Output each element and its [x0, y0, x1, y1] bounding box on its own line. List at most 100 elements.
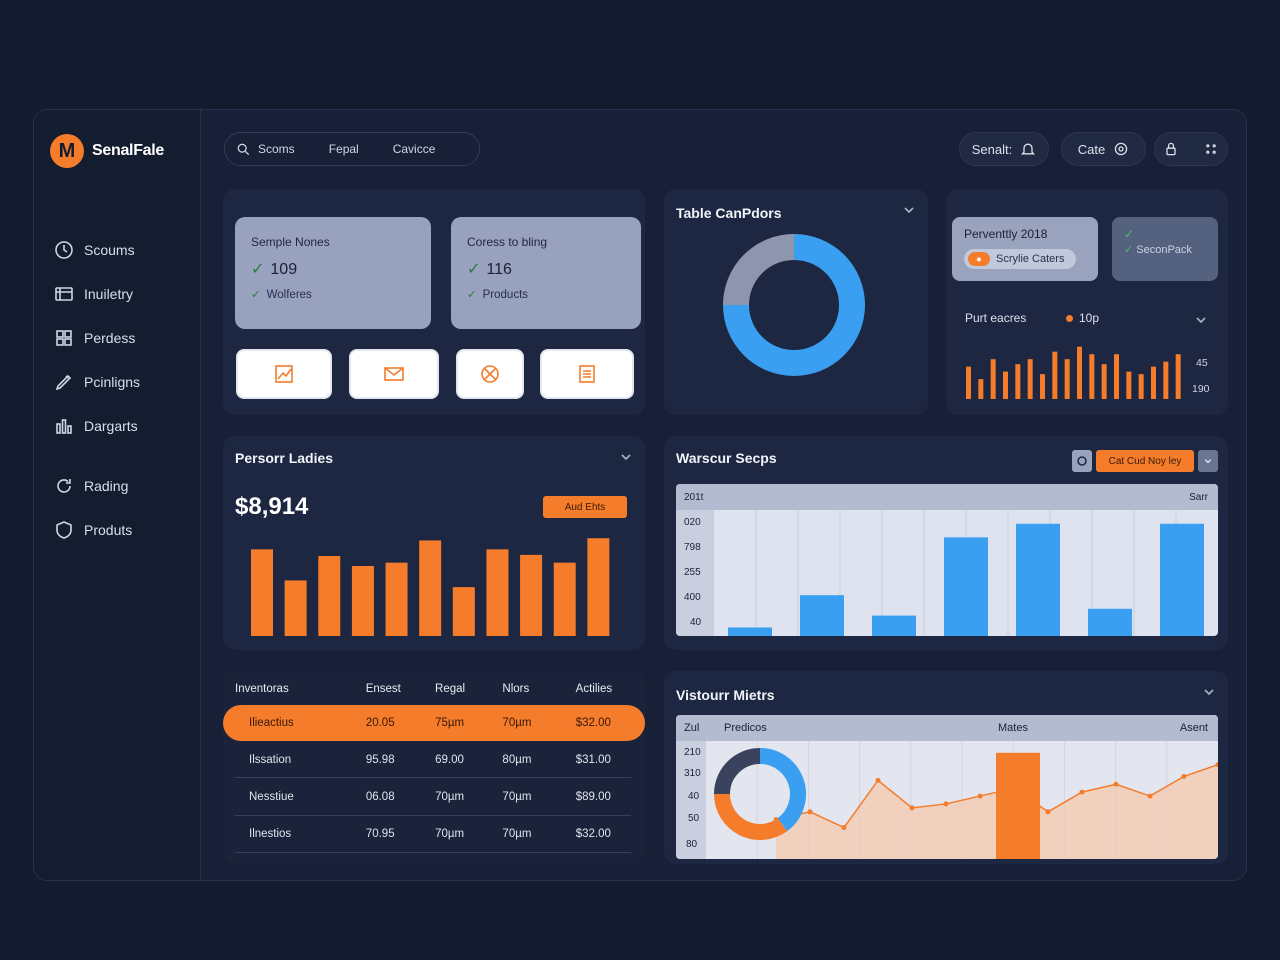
mail-action-button[interactable]	[349, 349, 439, 399]
chart-action-button[interactable]	[236, 349, 332, 399]
y-tick: 210	[684, 747, 701, 758]
sidebar-item-dargarts[interactable]: Dargarts	[54, 404, 194, 448]
document-action-button[interactable]	[540, 349, 634, 399]
corner-label: 201t	[684, 492, 704, 503]
scrylie-tag[interactable]: ● Scrylie Caters	[964, 249, 1077, 269]
table-row[interactable]: Ilieactius 20.05 75µm 70µm $32.00	[223, 705, 645, 741]
apps-icon[interactable]	[1203, 141, 1219, 157]
persona-amount: $8,914	[235, 493, 309, 520]
cate-pill[interactable]: Cate	[1061, 132, 1146, 166]
column-header[interactable]: Regal	[435, 683, 502, 699]
donut-slice	[759, 748, 806, 832]
bar	[1089, 354, 1095, 399]
bar	[1027, 359, 1033, 399]
check-icon: ✓	[467, 289, 477, 301]
column-header[interactable]: Ensest	[366, 683, 435, 699]
table-cell: 70µm	[502, 791, 532, 803]
lock-icon[interactable]	[1163, 141, 1179, 157]
inventory-card: Inventoras Ensest Regal Nlors Actilies I…	[223, 671, 645, 864]
chevron-down-icon[interactable]	[619, 450, 633, 464]
chevron-down-icon[interactable]	[902, 203, 916, 217]
grid-icon	[56, 330, 72, 346]
bar	[486, 549, 509, 636]
senalt-pill[interactable]: Senalt:	[959, 132, 1049, 166]
table-row[interactable]: Ilssation 95.98 69.00 80µm $31.00	[223, 742, 645, 778]
cat-button[interactable]: Cat Cud Noy ley	[1096, 450, 1194, 472]
sidebar-item-perdess[interactable]: Perdess	[54, 316, 194, 360]
pen-icon	[55, 374, 72, 391]
warehouse-chart-panel: 201t Sarr 020 798 255 400 40	[676, 484, 1218, 636]
y-tick: 40	[688, 791, 700, 802]
visitor-card: Vistourr Mietrs Zul Predicos Mates Asent…	[664, 671, 1228, 864]
aud-button[interactable]: Aud Ehts	[543, 496, 627, 518]
sidebar-item-label: Produts	[84, 522, 133, 538]
chevron-down-icon[interactable]	[1194, 313, 1208, 327]
refresh-icon	[57, 479, 71, 493]
data-point	[841, 825, 847, 831]
bar	[1016, 523, 1060, 636]
document-icon	[579, 365, 595, 383]
secon-box[interactable]: ✓ ✓ SeconPack	[1112, 217, 1218, 281]
warehouse-controls: Cat Cud Noy ley	[1072, 450, 1218, 472]
persona-bar-chart	[251, 538, 610, 636]
visitor-chart-panel: Zul Predicos Mates Asent 210 310 40 50 8…	[676, 715, 1218, 859]
bar	[990, 359, 996, 399]
chevron-down-icon[interactable]	[1198, 450, 1218, 472]
utility-pill	[1154, 132, 1228, 166]
table-cell: $89.00	[575, 791, 611, 803]
mini-legend: 10p	[1066, 311, 1099, 325]
sidebar-item-produts[interactable]: Produts	[54, 508, 194, 552]
stat-value: 116	[486, 261, 512, 278]
stat-box[interactable]: Coress to bling ✓ 116 ✓ Products	[451, 217, 641, 329]
warehouse-card: Warscur Secps Cat Cud Noy ley 201t Sarr …	[664, 436, 1228, 650]
secon-label: SeconPack	[1136, 244, 1192, 256]
table-cell: 20.05	[365, 717, 395, 729]
sidebar-item-scoums[interactable]: Scoums	[54, 228, 194, 272]
table-row[interactable]: Ilnestios 70.95 70µm 70µm $32.00	[223, 816, 645, 852]
data-point	[1079, 789, 1085, 795]
data-point	[1011, 785, 1017, 791]
column-header[interactable]: Nlors	[502, 683, 575, 699]
bar	[419, 540, 442, 636]
column-header[interactable]: Actilies	[576, 683, 645, 699]
inventory-icon	[55, 287, 73, 301]
column-header[interactable]: Inventoras	[235, 683, 366, 699]
table-cell: 70µm	[435, 791, 465, 803]
data-point	[977, 793, 983, 799]
data-point	[943, 801, 949, 807]
check-icon: ✓	[1124, 227, 1135, 241]
table-row[interactable]: Nesstiue 06.08 70µm 70µm $89.00	[223, 779, 645, 815]
corner-label: Sarr	[1189, 492, 1208, 503]
period-title: Perventtly 2018	[964, 227, 1048, 241]
bar	[452, 587, 475, 636]
chart-header-band	[676, 484, 1218, 510]
brand-logo[interactable]: M SenalFale	[50, 134, 164, 168]
persona-card: Persorr Ladies $8,914 Aud Ehts	[223, 436, 645, 650]
sidebar-item-label: Inuiletry	[84, 286, 134, 302]
period-box[interactable]: Perventtly 2018 ● Scrylie Caters	[952, 217, 1098, 281]
settings-action-button[interactable]	[456, 349, 524, 399]
chevron-down-icon[interactable]	[1202, 685, 1216, 699]
sidebar-item-label: Rading	[84, 478, 129, 494]
y-tick: 255	[684, 567, 701, 578]
table-cell: $31.00	[575, 754, 611, 766]
table-cell: 70µm	[502, 717, 532, 729]
bar	[1003, 371, 1008, 399]
sidebar-item-label: Dargarts	[84, 418, 138, 434]
table-cell: Ilieactius	[249, 717, 294, 729]
stat-box[interactable]: Semple Nones ✓ 109 ✓ Wolferes	[235, 217, 431, 329]
header-label: Zul	[684, 722, 700, 734]
search-segment[interactable]: Fepal	[329, 142, 359, 156]
search-segment[interactable]: Cavicce	[393, 142, 436, 156]
sidebar-item-pcinligns[interactable]: Pcinligns	[54, 360, 194, 404]
filter-icon[interactable]	[1072, 450, 1092, 472]
top-search-bar[interactable]: Scoms Fepal Cavicce	[224, 132, 480, 166]
stat-sub: Products	[482, 289, 529, 301]
sidebar: M SenalFale Scoums Inuiletry Perdess Pci…	[34, 110, 201, 880]
bar	[251, 549, 273, 636]
table-cell: Ilnestios	[249, 828, 292, 840]
sidebar-item-rading[interactable]: Rading	[54, 464, 194, 508]
donut-card: Table CanPdors	[664, 189, 928, 415]
sidebar-item-inuiletry[interactable]: Inuiletry	[54, 272, 194, 316]
search-segment[interactable]: Scoms	[258, 142, 295, 156]
